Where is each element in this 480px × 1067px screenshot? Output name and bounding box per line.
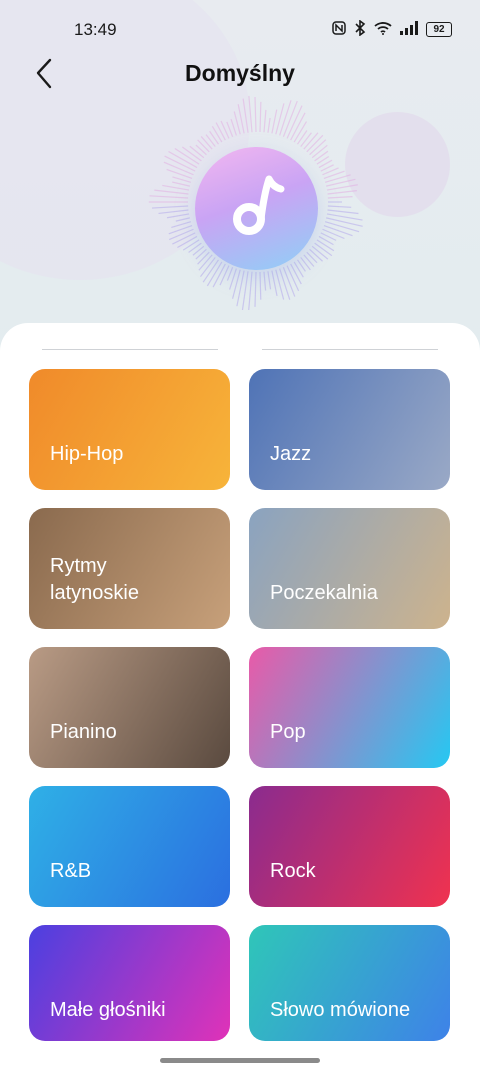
wave-bar: [323, 224, 353, 237]
genre-label: Pianino: [50, 721, 117, 743]
wave-bar: [254, 96, 257, 133]
battery-icon: 92: [426, 22, 452, 37]
music-note-logo: [195, 147, 318, 270]
wave-bar: [149, 195, 189, 199]
wave-bar: [259, 101, 262, 133]
wave-bar: [326, 184, 358, 191]
wave-bar: [267, 117, 271, 133]
genre-label: Rytmy latynoskie: [50, 555, 139, 604]
genre-card-rock[interactable]: Rock: [249, 786, 450, 907]
genre-card-pop[interactable]: Pop: [249, 647, 450, 768]
wave-bar: [263, 109, 267, 133]
wave-bar: [300, 132, 312, 147]
genre-label: Rock: [270, 860, 316, 882]
genre-art: [249, 508, 450, 629]
wave-bar: [327, 190, 357, 195]
genre-art: [29, 369, 230, 490]
wave-bar: [154, 189, 189, 195]
wave-bar: [175, 217, 190, 222]
wave-bar: [282, 267, 296, 297]
genre-label: Jazz: [270, 443, 312, 465]
genre-card-spoken-word[interactable]: Słowo mówione: [249, 925, 450, 1041]
wave-bar: [279, 268, 291, 300]
wave-bar: [267, 271, 272, 290]
status-icons: 92: [332, 19, 452, 39]
home-indicator[interactable]: [160, 1058, 320, 1063]
wave-bar: [242, 98, 249, 133]
wave-bar: [151, 205, 189, 209]
wave-bar: [271, 270, 278, 297]
genre-label: R&B: [50, 860, 92, 882]
genre-label: Słowo mówione: [270, 999, 411, 1021]
signal-icon: [400, 21, 418, 38]
genre-card-jazz[interactable]: Jazz: [249, 369, 450, 490]
genre-label: Hip-Hop: [50, 443, 124, 465]
genre-card-latin[interactable]: Rytmy latynoskie: [29, 508, 230, 629]
wave-bar: [230, 118, 237, 136]
genre-card-lounge[interactable]: Poczekalnia: [249, 508, 450, 629]
wave-bar: [259, 271, 262, 300]
wave-bar: [211, 126, 223, 143]
genre-card-hip-hop[interactable]: Hip-Hop: [29, 369, 230, 490]
status-bar: 13:49 92: [0, 0, 480, 60]
wave-bar: [172, 176, 192, 183]
wave-bar: [168, 228, 194, 241]
genre-label: Pop: [270, 721, 306, 743]
wave-bar: [172, 232, 196, 245]
wave-bar: [293, 121, 307, 143]
genre-art: [29, 647, 230, 768]
divider: [262, 349, 438, 350]
genre-card-small-speakers[interactable]: Małe głośniki: [29, 925, 230, 1041]
wave-bar: [248, 271, 253, 310]
wave-bar: [162, 184, 190, 191]
status-time: 13:49: [74, 20, 117, 39]
genre-art: [249, 786, 450, 907]
page-title: Domyślny: [185, 60, 295, 86]
wifi-icon: [374, 21, 392, 38]
wave-bar: [166, 213, 190, 219]
bluetooth-icon: [354, 19, 366, 39]
genre-label: Poczekalnia: [270, 582, 378, 604]
wave-bar: [327, 209, 359, 215]
wave-bar: [215, 122, 226, 141]
genre-art: [249, 647, 450, 768]
wave-bar: [166, 168, 193, 180]
wave-bar: [324, 221, 360, 233]
genre-label: Małe głośniki: [50, 999, 166, 1021]
genre-art: [29, 786, 230, 907]
genre-art: [249, 369, 450, 490]
wave-bar: [327, 205, 352, 208]
wave-bar: [322, 228, 345, 240]
wave-bar: [271, 109, 278, 134]
divider: [42, 349, 218, 350]
wave-bar: [316, 239, 335, 252]
wave-bar: [263, 271, 267, 291]
wave-bar: [297, 130, 308, 145]
nfc-icon: [332, 21, 346, 38]
wave-bar: [172, 181, 190, 187]
music-note-icon: [233, 175, 285, 235]
wave-bar: [158, 209, 189, 215]
genre-card-rnb[interactable]: R&B: [29, 786, 230, 907]
wave-bar: [275, 103, 285, 135]
wave-bar: [327, 195, 353, 199]
wave-bar: [254, 271, 257, 307]
genre-card-piano[interactable]: Pianino: [29, 647, 230, 768]
wave-bar: [248, 95, 253, 133]
